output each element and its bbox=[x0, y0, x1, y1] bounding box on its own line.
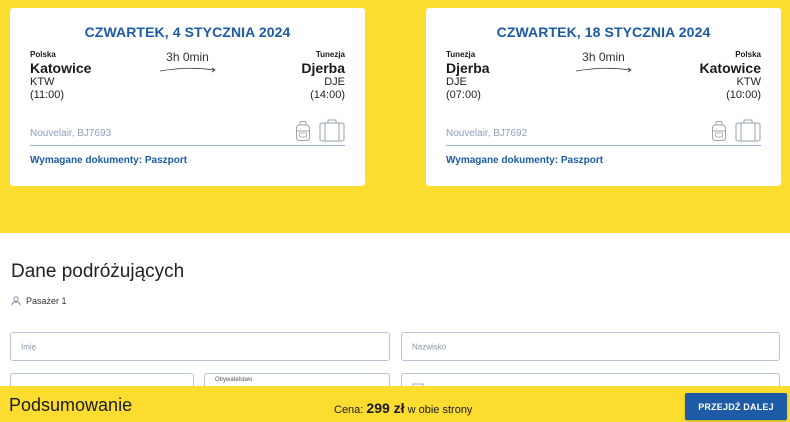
flight-duration: 3h 0min bbox=[166, 50, 209, 64]
price-amount: 299 zł bbox=[366, 400, 405, 416]
flight-path-arrow-icon bbox=[575, 67, 632, 73]
baggage-icons bbox=[711, 118, 761, 142]
price-prefix: Cena: bbox=[334, 404, 364, 416]
passenger-label: Pasażer 1 bbox=[11, 296, 67, 306]
summary-bar: Podsumowanie Cena: 299 zł w obie strony … bbox=[0, 386, 790, 422]
baggage-icons bbox=[295, 118, 345, 142]
return-flight-card: CZWARTEK, 18 STYCZNIA 2024 Tunezja Djerb… bbox=[426, 8, 781, 186]
flight-date: CZWARTEK, 4 STYCZNIA 2024 bbox=[84, 24, 291, 40]
outbound-flight-card: CZWARTEK, 4 STYCZNIA 2024 Polska Katowic… bbox=[10, 8, 365, 186]
arrival-country: Polska bbox=[735, 50, 761, 59]
flight-path-arrow-icon bbox=[159, 67, 216, 73]
price-summary: Cena: 299 zł w obie strony bbox=[334, 400, 472, 416]
departure-airport-code: KTW bbox=[30, 76, 55, 88]
nationality-label: Obywatelstwo bbox=[215, 377, 253, 383]
suitcase-icon bbox=[319, 119, 345, 142]
required-documents: Wymagane dokumenty: Paszport bbox=[446, 155, 604, 166]
departure-time: (07:00) bbox=[446, 89, 481, 101]
carrier-flight-number: Nouvelair, BJ7692 bbox=[446, 128, 528, 139]
departure-time: (11:00) bbox=[30, 89, 65, 101]
arrival-city: Katowice bbox=[699, 60, 761, 76]
arrival-time: (10:00) bbox=[726, 89, 761, 101]
summary-title: Podsumowanie bbox=[9, 395, 133, 415]
backpack-icon bbox=[296, 121, 310, 141]
arrival-info: Polska Katowice KTW (10:00) bbox=[700, 50, 761, 102]
arrival-time: (14:00) bbox=[310, 89, 345, 101]
last-name-field[interactable]: Nazwisko bbox=[401, 332, 780, 361]
arrival-country: Tunezja bbox=[315, 50, 345, 59]
suitcase-icon bbox=[735, 119, 761, 142]
flight-duration-block: 3h 0min bbox=[30, 50, 345, 73]
route-row: Tunezja Djerba DJE (07:00) 3h 0min Polsk… bbox=[446, 50, 761, 110]
passenger-label-text: Pasażer 1 bbox=[26, 296, 67, 306]
arrival-airport-code: DJE bbox=[324, 76, 345, 88]
first-name-placeholder: Imię bbox=[21, 342, 37, 351]
flight-date: CZWARTEK, 18 STYCZNIA 2024 bbox=[496, 24, 711, 40]
arrival-info: Tunezja Djerba DJE (14:00) bbox=[301, 50, 345, 102]
arrival-city: Djerba bbox=[301, 60, 345, 76]
carrier-flight-number: Nouvelair, BJ7693 bbox=[30, 128, 112, 139]
departure-airport-code: DJE bbox=[446, 76, 467, 88]
travelers-section-title: Dane podróżujących bbox=[11, 261, 185, 282]
next-step-button[interactable]: PRZEJDŹ DALEJ bbox=[685, 393, 787, 420]
last-name-placeholder: Nazwisko bbox=[412, 342, 447, 351]
carrier-row: Nouvelair, BJ7692 bbox=[446, 118, 761, 146]
backpack-icon bbox=[712, 121, 726, 141]
arrival-airport-code: KTW bbox=[736, 76, 761, 88]
carrier-row: Nouvelair, BJ7693 bbox=[30, 118, 345, 146]
user-icon bbox=[11, 296, 21, 306]
route-row: Polska Katowice KTW (11:00) 3h 0min Tune… bbox=[30, 50, 345, 110]
required-documents: Wymagane dokumenty: Paszport bbox=[30, 155, 188, 166]
price-suffix: w obie strony bbox=[407, 404, 473, 416]
first-name-field[interactable]: Imię bbox=[10, 332, 390, 361]
